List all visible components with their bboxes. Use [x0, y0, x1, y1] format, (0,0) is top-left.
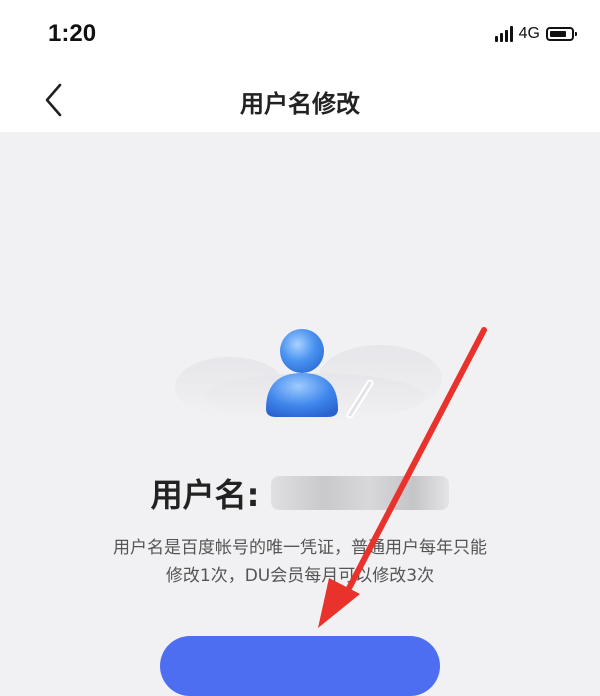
nav-bar: 用户名修改 [0, 70, 600, 132]
username-row: 用户名: [0, 470, 600, 516]
modify-username-button[interactable] [160, 636, 440, 696]
description-text: 用户名是百度帐号的唯一凭证，普通用户每年只能 修改1次，DU会员每月可以修改3次 [60, 534, 540, 590]
main-content: 用户名: 用户名是百度帐号的唯一凭证，普通用户每年只能 修改1次，DU会员每月可… [0, 132, 600, 696]
page-title: 用户名修改 [240, 90, 360, 118]
status-time: 1:20 [48, 20, 97, 47]
signal-icon [494, 26, 513, 42]
description-line-2: 修改1次，DU会员每月可以修改3次 [165, 566, 435, 586]
username-value-blurred [271, 476, 450, 510]
user-avatar-edit-icon [175, 329, 442, 421]
username-label: 用户名: [150, 476, 260, 514]
battery-icon [546, 27, 577, 41]
network-type: 4G [518, 25, 540, 42]
description-line-1: 用户名是百度帐号的唯一凭证，普通用户每年只能 [113, 538, 487, 558]
status-indicators: 4G [494, 24, 577, 44]
status-bar: 1:20 4G [0, 0, 600, 70]
